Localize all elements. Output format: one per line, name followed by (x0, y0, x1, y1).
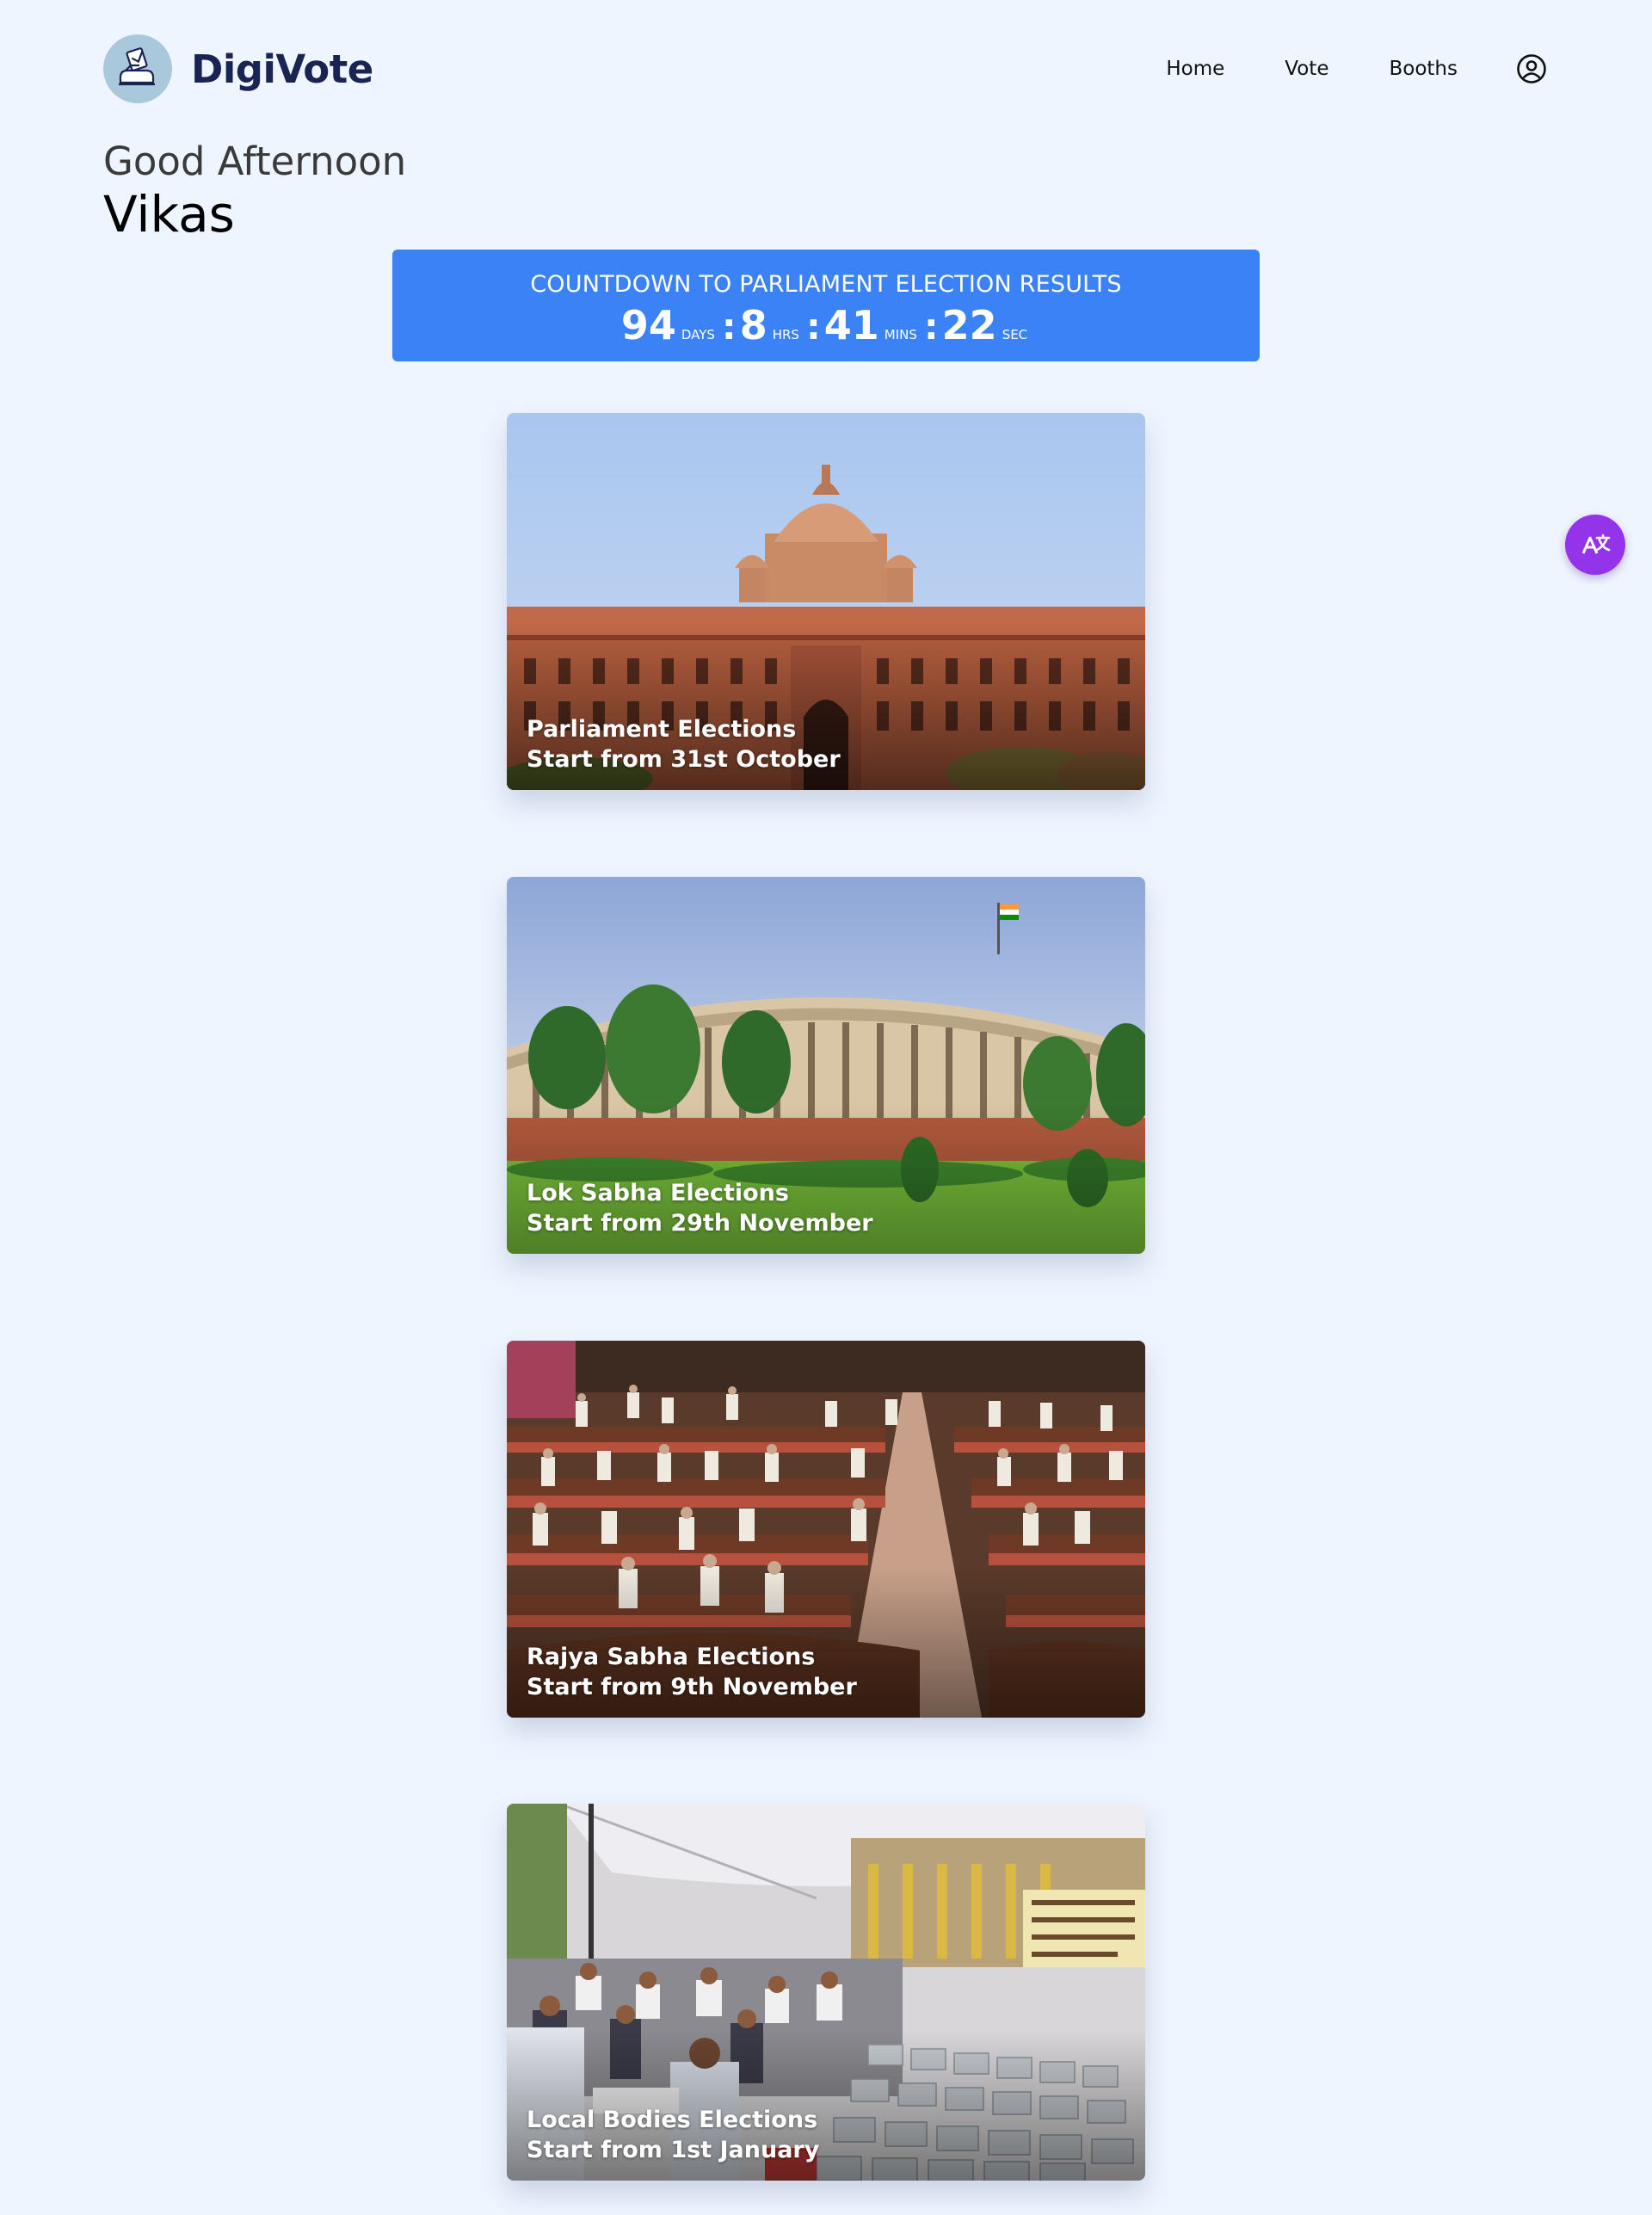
election-card-caption: Parliament Elections Start from 31st Oct… (527, 714, 841, 774)
election-card-caption: Local Bodies Elections Start from 1st Ja… (527, 2105, 819, 2165)
nav-booths-link[interactable]: Booths (1389, 58, 1458, 80)
countdown-seconds-unit: SEC (1002, 327, 1028, 342)
greeting-salutation: Good Afternoon (103, 139, 407, 184)
countdown-days-unit: DAYS (681, 327, 715, 342)
election-card-local-bodies[interactable]: Local Bodies Elections Start from 1st Ja… (507, 1804, 1145, 2181)
countdown-hours-unit: HRS (772, 327, 799, 342)
ballot-box-icon (103, 34, 172, 103)
election-card-title: Parliament Elections (527, 716, 797, 743)
election-card-date: Start from 29th November (527, 1210, 873, 1237)
countdown-timer: 94 DAYS : 8 HRS : 41 MINS : 22 SEC (392, 303, 1260, 348)
election-card-caption: Lok Sabha Elections Start from 29th Nove… (527, 1178, 873, 1238)
results-countdown-banner: COUNTDOWN TO PARLIAMENT ELECTION RESULTS… (392, 250, 1260, 361)
translate-icon (1581, 534, 1611, 554)
brand[interactable]: DigiVote (103, 34, 373, 103)
countdown-title: COUNTDOWN TO PARLIAMENT ELECTION RESULTS (530, 271, 1122, 298)
election-card-rajya-sabha[interactable]: Rajya Sabha Elections Start from 9th Nov… (507, 1341, 1145, 1718)
election-card-caption: Rajya Sabha Elections Start from 9th Nov… (527, 1642, 857, 1702)
countdown-separator: : (721, 305, 737, 348)
main-nav: Home Vote Booths (1166, 34, 1549, 103)
greeting-user-name: Vikas (103, 185, 235, 244)
countdown-separator: : (805, 305, 821, 348)
nav-home-link[interactable]: Home (1166, 58, 1224, 80)
profile-button[interactable] (1514, 52, 1549, 86)
user-circle-icon (1517, 54, 1546, 83)
countdown-minutes-unit: MINS (884, 327, 917, 342)
nav-vote-link[interactable]: Vote (1285, 58, 1328, 80)
countdown-seconds: 22 (941, 302, 997, 349)
election-card-date: Start from 31st October (527, 746, 841, 773)
countdown-hours: 8 (739, 302, 767, 349)
countdown-days: 94 (620, 302, 676, 349)
countdown-minutes: 41 (823, 302, 879, 349)
election-card-date: Start from 9th November (527, 1674, 857, 1700)
translate-button[interactable] (1565, 515, 1625, 575)
countdown-separator: : (923, 305, 939, 348)
election-card-date: Start from 1st January (527, 2137, 820, 2163)
election-card-title: Local Bodies Elections (527, 2107, 818, 2133)
election-card-title: Rajya Sabha Elections (527, 1644, 816, 1670)
greeting: Good Afternoon Vikas (103, 138, 406, 243)
election-card-title: Lok Sabha Elections (527, 1180, 789, 1206)
brand-name: DigiVote (191, 46, 373, 92)
election-card-lok-sabha[interactable]: Lok Sabha Elections Start from 29th Nove… (507, 877, 1145, 1254)
election-card-parliament[interactable]: Parliament Elections Start from 31st Oct… (507, 413, 1145, 790)
top-navbar: DigiVote Home Vote Booths (103, 34, 1549, 103)
